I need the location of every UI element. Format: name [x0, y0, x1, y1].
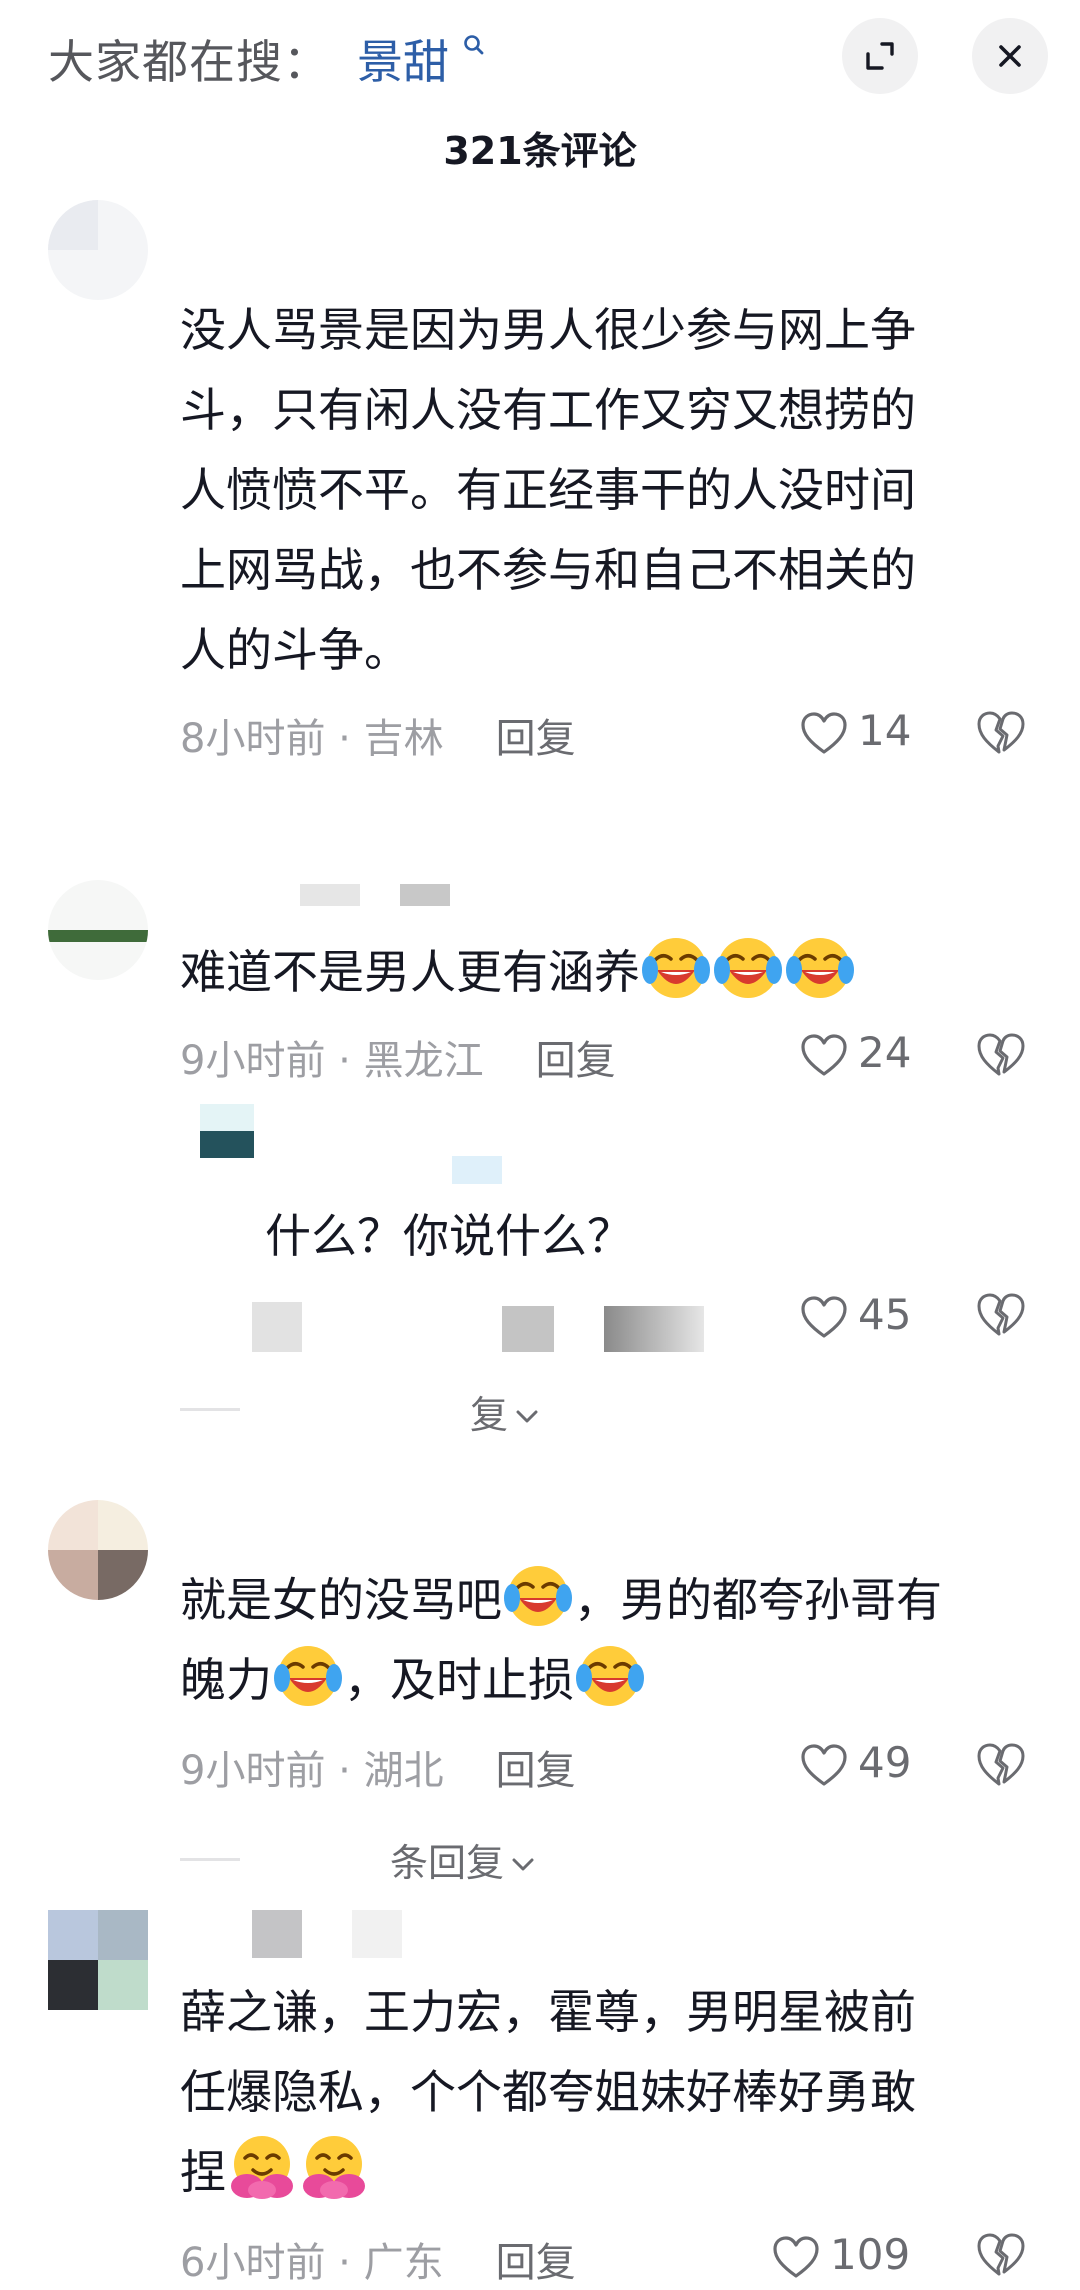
avatar[interactable]: [48, 1910, 148, 2010]
expand-replies-button[interactable]: 条回复: [390, 1832, 534, 1887]
username-placeholder: [400, 884, 450, 906]
comment-text: 薛之谦，王力宏，霍尊，男明星被前 任爆隐私，个个都夸姐妹好棒好勇敢 捏: [180, 1972, 916, 2212]
search-icon[interactable]: [463, 34, 485, 56]
laugh-cry-emoji: [713, 932, 783, 1002]
username-placeholder: [352, 1910, 402, 1958]
laugh-cry-emoji: [575, 1640, 645, 1710]
username-placeholder: [300, 884, 360, 906]
heart-icon: [800, 1744, 848, 1788]
broken-heart-icon[interactable]: [976, 2232, 1026, 2278]
search-suggestion-label: 大家都在搜：: [48, 35, 330, 89]
close-icon: [999, 45, 1021, 67]
like-count: 14: [858, 706, 912, 755]
comment-count-title: 321条评论: [443, 129, 637, 173]
meta-placeholder: [604, 1306, 704, 1352]
comment-location: 吉林: [363, 716, 444, 762]
comment-time: 8小时前: [180, 716, 326, 762]
hug-emoji: [227, 2132, 297, 2202]
comment-text: 就是女的没骂吧 ，男的都夸孙哥有 魄力 ，及时止损: [180, 1560, 942, 1720]
comment-meta: 6小时前 · 广东 回复: [180, 2240, 576, 2286]
reply-text: 什么？你说什么？: [265, 1209, 633, 1263]
avatar[interactable]: [200, 1104, 254, 1158]
broken-heart-icon[interactable]: [976, 1032, 1026, 1078]
avatar[interactable]: [48, 200, 148, 300]
comment-location: 湖北: [363, 1748, 444, 1794]
like-button[interactable]: 109: [772, 2230, 922, 2290]
username-placeholder: [252, 1910, 302, 1958]
reply-button[interactable]: 回复: [496, 2240, 576, 2286]
divider: [180, 1858, 240, 1861]
close-button[interactable]: [972, 18, 1048, 94]
meta-placeholder: [502, 1306, 554, 1352]
comment-time: 9小时前: [180, 1748, 326, 1794]
broken-heart-icon[interactable]: [976, 1292, 1026, 1338]
username-placeholder: [452, 1156, 502, 1184]
expand-replies-button[interactable]: 复: [470, 1384, 538, 1439]
like-count: 45: [858, 1290, 912, 1339]
avatar[interactable]: [48, 880, 148, 980]
like-count: 49: [858, 1738, 912, 1787]
laugh-cry-emoji: [785, 932, 855, 1002]
heart-icon: [800, 1296, 848, 1340]
heart-icon: [772, 2236, 820, 2280]
chevron-down-icon: [516, 1410, 538, 1424]
like-button[interactable]: 14: [800, 706, 920, 766]
hug-emoji: [299, 2132, 369, 2202]
avatar[interactable]: [48, 1500, 148, 1600]
like-count: 24: [858, 1028, 912, 1077]
comment-location: 黑龙江: [363, 1038, 484, 1084]
reply-button[interactable]: 回复: [536, 1038, 616, 1084]
like-button[interactable]: 24: [800, 1028, 920, 1088]
like-button[interactable]: 49: [800, 1738, 920, 1798]
comment-location: 广东: [363, 2240, 444, 2286]
chevron-down-icon: [512, 1858, 534, 1872]
laugh-cry-emoji: [503, 1560, 573, 1630]
heart-icon: [800, 712, 848, 756]
divider: [180, 1408, 240, 1411]
laugh-cry-emoji: [273, 1640, 343, 1710]
reply-button[interactable]: 回复: [496, 1748, 576, 1794]
broken-heart-icon[interactable]: [976, 710, 1026, 756]
comment-text: 没人骂景是因为男人很少参与网上争 斗，只有闲人没有工作又穷又想捞的 人愤愤不平。…: [180, 303, 916, 677]
like-count: 109: [830, 2230, 911, 2279]
expand-icon: [866, 42, 894, 70]
laugh-cry-emoji: [641, 932, 711, 1002]
reply-button[interactable]: 回复: [496, 716, 576, 762]
comment-meta: 9小时前 · 黑龙江 回复: [180, 1038, 616, 1084]
meta-placeholder: [252, 1302, 302, 1352]
search-suggestion-keyword[interactable]: 景甜: [357, 26, 449, 92]
comment-time: 9小时前: [180, 1038, 326, 1084]
comment-meta: 9小时前 · 湖北 回复: [180, 1748, 576, 1794]
top-bar: 大家都在搜： 景甜: [0, 0, 1080, 120]
comment-meta: 8小时前 · 吉林 回复: [180, 716, 576, 762]
like-button[interactable]: 45: [800, 1290, 920, 1350]
comment-time: 6小时前: [180, 2240, 326, 2286]
broken-heart-icon[interactable]: [976, 1742, 1026, 1788]
heart-icon: [800, 1034, 848, 1078]
comment-text: 难道不是男人更有涵养: [180, 932, 856, 1012]
expand-button[interactable]: [842, 18, 918, 94]
